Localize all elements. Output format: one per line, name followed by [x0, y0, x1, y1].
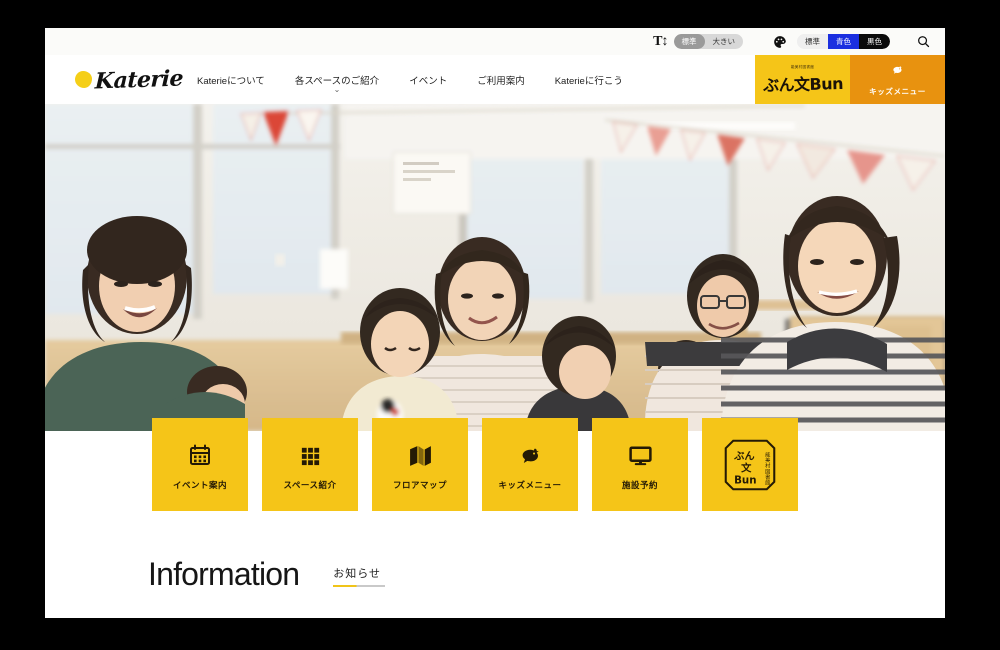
tile-kids-menu[interactable]: キッズメニュー	[482, 418, 578, 511]
map-icon	[408, 438, 433, 472]
tile-label: スペース紹介	[283, 480, 337, 490]
yellow-dot-icon	[75, 71, 92, 88]
cta-bun-library[interactable]: 能美村図書館 ぶん文Bun	[755, 55, 850, 104]
tile-label: フロアマップ	[392, 480, 447, 490]
tile-space-intro[interactable]: スペース紹介	[262, 418, 358, 511]
bird-icon	[518, 438, 543, 472]
hero-image	[45, 104, 945, 431]
cta-kids-label: キッズメニュー	[869, 86, 926, 96]
utility-bar: T↕ 標準 大きい 標準 青色 黒色	[45, 28, 945, 55]
text-size-icon: T↕	[653, 33, 668, 49]
information-heading-row: Information お知らせ	[45, 558, 945, 590]
bun-stamp-icon: ぶん 文 Bun 能美村図書館	[722, 437, 778, 493]
subtitle-underline	[333, 585, 386, 587]
tile-label: イベント案内	[172, 480, 227, 490]
svg-text:能美村図書館: 能美村図書館	[764, 450, 771, 486]
nav-item-spaces[interactable]: 各スペースのご紹介 ⌄	[295, 73, 379, 94]
color-option-standard[interactable]: 標準	[797, 34, 828, 49]
site-header: Katerie Katerieについて 各スペースのご紹介 ⌄ イベント ご利用…	[45, 55, 945, 104]
bird-icon	[890, 63, 905, 83]
calendar-icon	[188, 438, 212, 472]
nav-item-events[interactable]: イベント	[409, 73, 447, 87]
nav-item-visit[interactable]: Katerieに行こう	[555, 73, 623, 87]
palette-icon	[773, 35, 787, 49]
color-option-blue[interactable]: 青色	[828, 34, 859, 49]
cta-kids-menu[interactable]: キッズメニュー	[850, 55, 945, 104]
site-logo[interactable]: Katerie	[45, 55, 197, 104]
tile-floor-map[interactable]: フロアマップ	[372, 418, 468, 511]
color-scheme-toggle[interactable]: 標準 青色 黒色	[797, 34, 890, 49]
nav-label: Katerieに行こう	[554, 75, 623, 87]
tile-label: 施設予約	[621, 480, 658, 490]
main-navigation: Katerieについて 各スペースのご紹介 ⌄ イベント ご利用案内 Kater…	[197, 55, 755, 104]
tile-label: キッズメニュー	[498, 480, 562, 490]
monitor-icon	[628, 438, 653, 472]
nav-label: イベント	[409, 75, 448, 87]
nav-item-guide[interactable]: ご利用案内	[477, 73, 525, 87]
search-icon[interactable]	[916, 34, 931, 49]
information-subtitle-wrap: お知らせ	[333, 565, 386, 590]
tile-facility-reservation[interactable]: 施設予約	[592, 418, 688, 511]
logo-wordmark: Katerie	[94, 64, 184, 95]
svg-text:ぶん: ぶん	[733, 450, 755, 462]
nav-label: ご利用案内	[477, 75, 525, 87]
page-title: Information	[148, 556, 300, 592]
font-size-option-standard[interactable]: 標準	[673, 34, 705, 49]
grid-icon	[299, 438, 322, 472]
quick-link-tiles: イベント案内 スペース紹介 フロアマップ キッズメニュー 施設予約 ぶん 文 B…	[152, 418, 798, 511]
nav-label: Katerieについて	[196, 75, 265, 87]
information-section: Information お知らせ	[45, 558, 945, 590]
cta-bun-subtitle: 能美村図書館	[790, 64, 815, 69]
tile-bun-library[interactable]: ぶん 文 Bun 能美村図書館	[702, 418, 798, 511]
nav-item-about[interactable]: Katerieについて	[197, 73, 265, 87]
font-size-control: T↕ 標準 大きい	[653, 34, 743, 50]
svg-text:Bun: Bun	[734, 474, 756, 486]
font-size-toggle[interactable]: 標準 大きい	[673, 34, 744, 49]
tile-event-guide[interactable]: イベント案内	[152, 418, 248, 511]
chevron-down-icon: ⌄	[333, 84, 341, 94]
color-option-black[interactable]: 黒色	[859, 34, 890, 49]
information-subtitle: お知らせ	[333, 568, 382, 581]
svg-text:文: 文	[740, 461, 752, 474]
page-root: T↕ 標準 大きい 標準 青色 黒色 Katerie Katerieについて 各…	[45, 28, 945, 618]
cta-bun-title: ぶん文Bun	[762, 73, 843, 95]
color-scheme-control: 標準 青色 黒色	[773, 34, 890, 49]
font-size-option-large[interactable]: 大きい	[705, 34, 744, 49]
